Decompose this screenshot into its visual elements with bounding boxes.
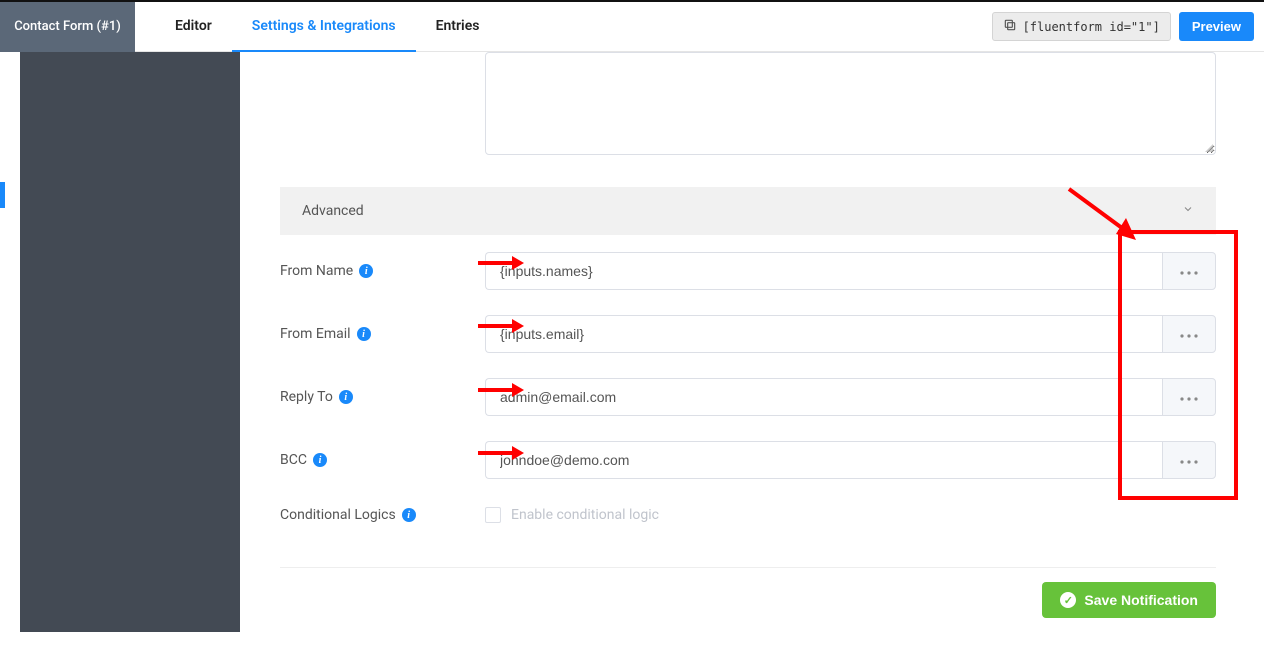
ellipsis-icon <box>1180 326 1198 342</box>
from-name-shortcodes-button[interactable] <box>1162 252 1216 290</box>
from-name-row: From Name i <box>280 252 1216 290</box>
chevron-down-icon <box>1182 203 1194 219</box>
info-icon[interactable]: i <box>313 453 327 467</box>
form-title: Contact Form (#1) <box>0 2 135 52</box>
bcc-row: BCC i <box>280 441 1216 479</box>
save-button-label: Save Notification <box>1084 592 1198 608</box>
reply-to-label: Reply To i <box>280 389 485 405</box>
copy-icon <box>1003 18 1017 35</box>
tab-entries[interactable]: Entries <box>416 2 500 52</box>
info-icon[interactable]: i <box>339 390 353 404</box>
divider <box>280 567 1216 568</box>
reply-to-shortcodes-button[interactable] <box>1162 378 1216 416</box>
from-email-input[interactable] <box>485 315 1162 353</box>
info-icon[interactable]: i <box>357 327 371 341</box>
ellipsis-icon <box>1180 263 1198 279</box>
main-area: Advanced From Name i From Email i <box>240 52 1254 650</box>
top-bar: Contact Form (#1) Editor Settings & Inte… <box>0 2 1264 52</box>
reply-to-input[interactable] <box>485 378 1162 416</box>
bcc-label: BCC i <box>280 452 485 468</box>
section-title: Advanced <box>302 203 364 219</box>
shortcode-copy[interactable]: [fluentform id="1"] <box>992 12 1171 41</box>
bcc-input[interactable] <box>485 441 1162 479</box>
conditional-row: Conditional Logics i Enable conditional … <box>280 507 1216 523</box>
decorative-edge <box>0 182 5 208</box>
settings-sidebar <box>20 52 240 632</box>
from-email-shortcodes-button[interactable] <box>1162 315 1216 353</box>
tab-settings[interactable]: Settings & Integrations <box>232 2 416 52</box>
tabs: Editor Settings & Integrations Entries <box>155 2 499 52</box>
conditional-checkbox-label: Enable conditional logic <box>511 507 659 523</box>
info-icon[interactable]: i <box>402 508 416 522</box>
from-name-input[interactable] <box>485 252 1162 290</box>
advanced-section-toggle[interactable]: Advanced <box>280 187 1216 235</box>
message-body-wrap <box>485 52 1216 155</box>
shortcode-text: [fluentform id="1"] <box>1023 20 1160 34</box>
save-notification-button[interactable]: ✓ Save Notification <box>1042 582 1216 618</box>
check-circle-icon: ✓ <box>1060 592 1076 608</box>
conditional-label: Conditional Logics i <box>280 507 485 523</box>
from-email-row: From Email i <box>280 315 1216 353</box>
preview-button[interactable]: Preview <box>1179 12 1254 41</box>
ellipsis-icon <box>1180 452 1198 468</box>
tab-editor[interactable]: Editor <box>155 2 232 52</box>
message-body-input[interactable] <box>485 52 1216 155</box>
from-email-label: From Email i <box>280 326 485 342</box>
from-name-label: From Name i <box>280 263 485 279</box>
reply-to-row: Reply To i <box>280 378 1216 416</box>
bcc-shortcodes-button[interactable] <box>1162 441 1216 479</box>
ellipsis-icon <box>1180 389 1198 405</box>
conditional-checkbox[interactable] <box>485 507 501 523</box>
info-icon[interactable]: i <box>359 264 373 278</box>
